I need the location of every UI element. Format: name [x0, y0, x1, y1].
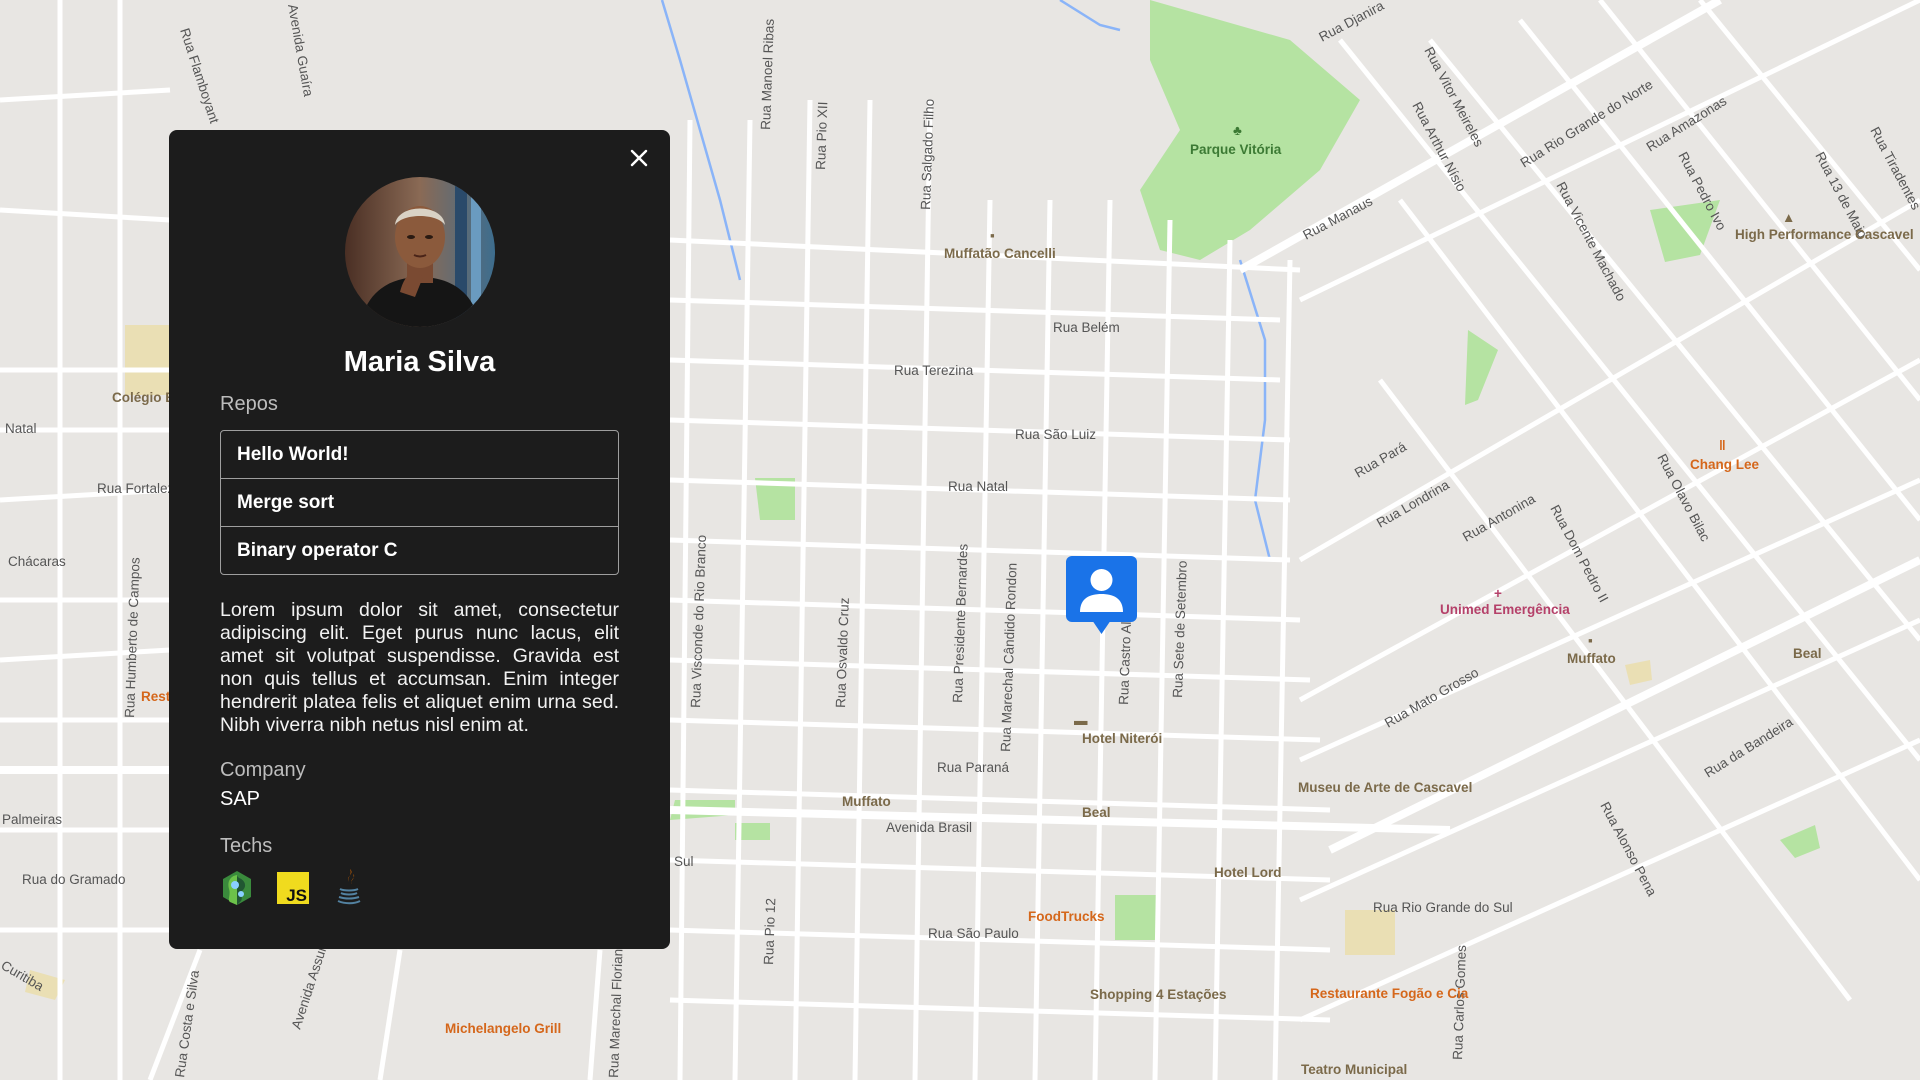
place-label[interactable]: Shopping 4 Estações: [1090, 987, 1227, 1002]
place-label[interactable]: High Performance Cascavel: [1735, 227, 1914, 242]
street-label: Palmeiras: [2, 812, 62, 827]
street-label: Sul: [674, 854, 694, 869]
place-label[interactable]: Chang Lee: [1690, 457, 1760, 472]
tree-icon: ♣: [1233, 123, 1242, 138]
school-area: [125, 325, 170, 395]
techs-list: JS: [220, 869, 619, 906]
user-location-marker[interactable]: [1066, 556, 1137, 634]
sand-area: [1345, 910, 1395, 955]
street-label: Rua Paraná: [937, 760, 1010, 775]
tech-label: JS: [286, 886, 307, 904]
street-label: Rua São Luiz: [1015, 427, 1096, 442]
javascript-icon[interactable]: JS: [276, 870, 309, 906]
close-button[interactable]: [622, 141, 656, 175]
place-label[interactable]: Hotel Niterói: [1082, 731, 1162, 746]
close-icon: [630, 149, 648, 167]
place-label[interactable]: FoodTrucks: [1028, 909, 1105, 924]
street-label: Avenida Brasil: [886, 820, 972, 835]
repos-label: Repos: [220, 393, 278, 415]
street-label: Rua Terezina: [894, 363, 974, 378]
place-label[interactable]: Muffatão Cancelli: [944, 246, 1056, 261]
company-label: Company: [220, 759, 306, 781]
hotel-icon: ▬: [1074, 713, 1088, 728]
street-label: Rua São Paulo: [928, 926, 1019, 941]
street-label: Rua do Gramado: [22, 872, 126, 887]
place-label[interactable]: Unimed Emergência: [1440, 602, 1570, 617]
place-label[interactable]: Michelangelo Grill: [445, 1021, 561, 1036]
profile-card: Maria Silva Repos Hello World! Merge sor…: [169, 130, 670, 949]
repo-item[interactable]: Binary operator C: [221, 527, 618, 574]
shopping-icon: ▪: [1588, 633, 1593, 648]
company-name: SAP: [220, 788, 261, 810]
person-pin-icon: [1066, 556, 1137, 634]
street-label: Natal: [5, 421, 37, 436]
profile-name: Maria Silva: [343, 346, 496, 378]
place-label[interactable]: Muffato: [1567, 651, 1616, 666]
park-area: [1115, 895, 1160, 940]
hospital-icon: +: [1494, 586, 1502, 601]
place-label[interactable]: Beal: [1793, 646, 1822, 661]
repos-list: Hello World! Merge sort Binary operator …: [220, 430, 619, 575]
street-label: Rua Rio Grande do Sul: [1373, 900, 1513, 915]
profile-bio: Lorem ipsum dolor sit amet, consectetur …: [220, 599, 619, 736]
street-label: Rua Natal: [948, 479, 1008, 494]
restaurant-icon: ǁ: [1719, 438, 1726, 453]
street-label: Rua Belém: [1053, 320, 1120, 335]
place-label[interactable]: Beal: [1082, 805, 1111, 820]
avatar: [344, 177, 495, 327]
place-label[interactable]: Teatro Municipal: [1301, 1062, 1407, 1077]
place-label[interactable]: Hotel Lord: [1214, 865, 1282, 880]
school-icon: ▲: [1782, 210, 1795, 225]
java-icon[interactable]: [332, 869, 365, 906]
techs-label: Techs: [220, 835, 273, 857]
nodejs-icon[interactable]: [220, 870, 253, 906]
repo-item[interactable]: Hello World!: [221, 431, 618, 479]
shopping-icon: ▪: [990, 228, 995, 243]
street-label: Rua Pio 12: [761, 898, 778, 965]
place-label[interactable]: Museu de Arte de Cascavel: [1298, 780, 1472, 795]
avatar-photo: [344, 177, 495, 327]
repo-item[interactable]: Merge sort: [221, 479, 618, 527]
place-label[interactable]: Restaurante Fogão e Cia: [1310, 986, 1469, 1001]
street-label: Chácaras: [8, 554, 66, 569]
place-label[interactable]: Muffato: [842, 794, 891, 809]
place-label[interactable]: Parque Vitória: [1190, 142, 1282, 157]
street-label: Rua Pio XII: [813, 101, 830, 170]
